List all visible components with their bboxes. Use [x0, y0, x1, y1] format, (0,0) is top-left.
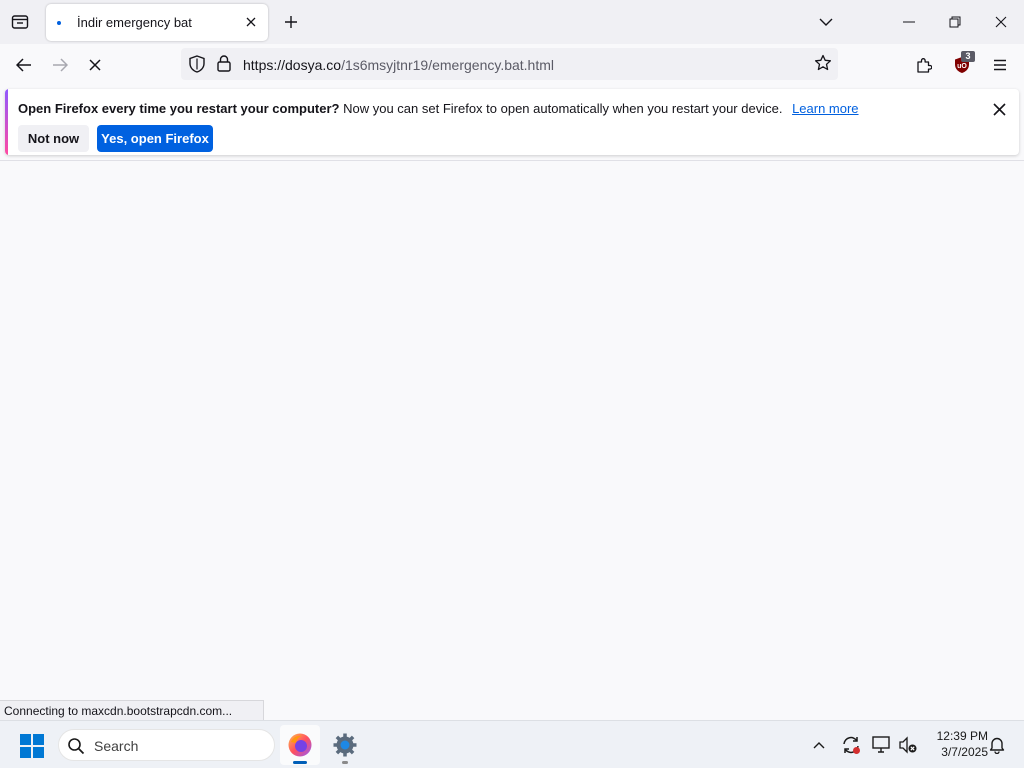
puzzle-icon [917, 58, 932, 73]
firefox-view-button[interactable] [6, 8, 34, 36]
speaker-muted-icon [899, 736, 917, 754]
site-info-button[interactable] [217, 55, 231, 75]
show-hidden-icons-button[interactable] [807, 733, 831, 757]
app-menu-button[interactable] [985, 50, 1015, 80]
running-app-indicator [342, 761, 348, 764]
chevron-down-icon [819, 18, 833, 26]
url-path: /1s6msyjtnr19/emergency.bat.html [341, 57, 555, 73]
minimize-icon [903, 21, 915, 23]
notifications-button[interactable] [985, 733, 1009, 757]
plus-icon [285, 16, 297, 28]
close-icon [246, 17, 256, 27]
bell-icon [989, 737, 1005, 754]
list-all-tabs-button[interactable] [812, 8, 840, 36]
status-panel: Connecting to maxcdn.bootstrapcdn.com... [0, 700, 264, 720]
search-placeholder: Search [94, 738, 139, 754]
network-status-button[interactable] [870, 733, 894, 757]
url-host: https://dosya.co [243, 57, 342, 73]
extension-badge: 3 [961, 51, 975, 62]
lock-icon [217, 55, 231, 72]
stop-button[interactable] [80, 50, 110, 80]
back-button[interactable] [9, 50, 39, 80]
chevron-up-icon [813, 742, 825, 749]
tab-title: İndir emergency bat [77, 15, 192, 30]
firefox-view-icon [11, 15, 29, 29]
tab-strip: İndir emergency bat [0, 0, 1024, 44]
navigation-toolbar: https://dosya.co/1s6msyjtnr19/emergency.… [0, 44, 1024, 84]
back-arrow-icon [16, 58, 31, 72]
restore-icon [949, 16, 961, 28]
tracking-protection-button[interactable] [189, 55, 205, 76]
new-tab-button[interactable] [278, 8, 304, 36]
hamburger-menu-icon [994, 59, 1006, 71]
windows-logo-icon [20, 734, 44, 758]
screen: İndir emergency bat https://dosya.co/1s6… [0, 0, 1024, 768]
notification-message: Open Firefox every time you restart your… [18, 101, 859, 116]
url-bar[interactable]: https://dosya.co/1s6msyjtnr19/emergency.… [181, 48, 838, 80]
firefox-logo-icon [288, 733, 312, 757]
svg-text:uO: uO [957, 63, 967, 70]
taskbar-settings[interactable] [325, 725, 365, 765]
extensions-button[interactable] [909, 50, 939, 80]
tab-close-button[interactable] [242, 13, 260, 31]
close-window-button[interactable] [978, 0, 1024, 44]
sync-status-button[interactable] [839, 733, 863, 757]
loading-dot-icon [57, 21, 61, 25]
open-firefox-button[interactable]: Yes, open Firefox [97, 125, 213, 152]
ublock-origin-button[interactable]: uO 3 [947, 50, 977, 80]
forward-button[interactable] [45, 50, 75, 80]
sync-icon [843, 736, 860, 754]
network-monitor-icon [872, 736, 890, 753]
learn-more-link[interactable]: Learn more [792, 101, 858, 116]
minimize-button[interactable] [886, 0, 932, 44]
notification-close-button[interactable] [989, 99, 1009, 119]
search-icon [67, 737, 85, 758]
close-icon [995, 16, 1007, 28]
taskbar-search-box[interactable]: Search [58, 729, 275, 761]
not-now-button[interactable]: Not now [18, 125, 89, 152]
start-button[interactable] [20, 734, 44, 758]
notification-bold-text: Open Firefox every time you restart your… [18, 101, 340, 116]
forward-arrow-icon [53, 58, 68, 72]
restore-button[interactable] [932, 0, 978, 44]
restart-notification-bar: Open Firefox every time you restart your… [5, 89, 1019, 155]
bookmark-button[interactable] [814, 54, 832, 75]
settings-gear-icon [333, 733, 357, 757]
notification-text: Now you can set Firefox to open automati… [343, 101, 783, 116]
tab-active[interactable]: İndir emergency bat [46, 4, 268, 41]
windows-taskbar: Search 12:39 PM 3/7/2025 [0, 720, 1024, 768]
page-content[interactable] [0, 161, 1024, 720]
star-icon [814, 54, 832, 71]
stop-icon [89, 59, 101, 71]
url-text[interactable]: https://dosya.co/1s6msyjtnr19/emergency.… [243, 57, 554, 73]
close-icon [992, 102, 1006, 116]
volume-button[interactable] [896, 733, 920, 757]
shield-icon [189, 55, 205, 73]
notification-accent [5, 89, 8, 155]
clock-date: 3/7/2025 [941, 745, 988, 759]
taskbar-clock[interactable]: 12:39 PM 3/7/2025 [924, 728, 988, 760]
taskbar-firefox[interactable] [280, 725, 320, 765]
active-app-indicator [293, 761, 307, 764]
clock-time: 12:39 PM [936, 729, 988, 743]
